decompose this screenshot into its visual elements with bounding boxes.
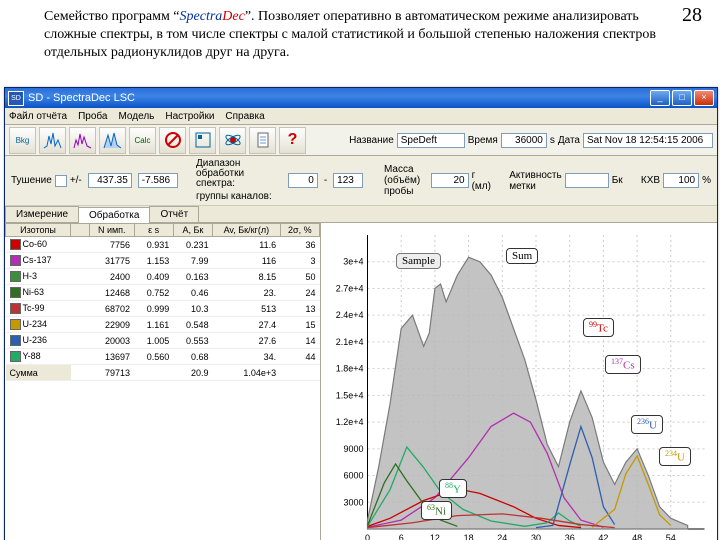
range-from[interactable] [288,173,318,188]
svg-text:30: 30 [531,533,541,540]
label-sample: Sample [396,253,441,269]
activity-input[interactable] [565,173,609,188]
help-icon[interactable]: ? [279,127,306,154]
options-icon[interactable] [189,127,216,154]
table-row[interactable]: Tc-99687020.99910.351313 [6,301,320,317]
table-row[interactable]: Cs-137317751.1537.991163 [6,253,320,269]
spectrum2-icon[interactable] [69,127,96,154]
calc-button[interactable]: Calc [129,127,156,154]
time-label: Время [468,135,498,146]
label-sum: Sum [506,248,538,264]
name-input[interactable] [397,133,465,148]
menu-sample[interactable]: Проба [78,111,107,122]
svg-text:36: 36 [565,533,575,540]
label-cs: 137Cs [605,355,641,374]
svg-text:6000: 6000 [343,471,363,481]
spectrum3-icon[interactable] [99,127,126,154]
svg-text:2.1e+4: 2.1e+4 [336,337,364,347]
svg-text:24: 24 [497,533,507,540]
range-to[interactable] [333,173,363,188]
tab-bar: Измерение Обработка Отчёт [5,206,717,223]
time-input[interactable] [501,133,547,148]
bkg-button[interactable]: Bkg [9,127,36,154]
label-u234: 234U [659,447,691,466]
eff-input[interactable] [663,173,699,188]
minimize-button[interactable]: _ [650,90,670,106]
mass-input[interactable] [431,173,469,188]
menu-file[interactable]: Файл отчёта [9,111,67,122]
name-label: Название [349,135,394,146]
spectrum1-icon[interactable] [39,127,66,154]
menu-help[interactable]: Справка [225,111,264,122]
document-icon[interactable] [249,127,276,154]
spectrum-chart[interactable]: 3000 6000 9000 1.2e+4 1.5e+4 1.8e+4 2.1e+4 2.4e… [321,223,717,540]
table-row[interactable]: U-234229091.1610.54827.415 [6,317,320,333]
date-input[interactable] [583,133,713,148]
label-tc: 99Tc [583,318,614,337]
svg-text:42: 42 [598,533,608,540]
table-row[interactable]: U-236200031.0050.55327.614 [6,333,320,349]
isotope-icon[interactable] [219,127,246,154]
params-bar: Тушение+/- Диапазон обработки спектра:гр… [5,156,717,206]
svg-text:9000: 9000 [343,444,363,454]
svg-text:1.5e+4: 1.5e+4 [336,390,364,400]
svg-text:3e+4: 3e+4 [343,257,363,267]
results-table: Изотопы N имп. ε s A, Бк Av, Бк/кг(л) 2σ… [5,223,321,540]
toolbar: Bkg Calc ? Название Времяs Дата [5,125,717,156]
table-row[interactable]: Ni-63124680.7520.4623.24 [6,285,320,301]
svg-text:48: 48 [632,533,642,540]
quench-pm[interactable] [138,173,178,188]
app-icon: SD [8,91,24,106]
menu-settings[interactable]: Настройки [165,111,214,122]
close-button[interactable]: × [694,90,714,106]
quench-check[interactable] [55,175,67,187]
tab-process[interactable]: Обработка [78,207,150,223]
svg-text:3000: 3000 [343,497,363,507]
maximize-button[interactable]: □ [672,90,692,106]
tab-measure[interactable]: Измерение [5,206,79,222]
label-ni: 63Ni [421,501,452,520]
date-label: Дата [558,135,580,146]
svg-text:1.8e+4: 1.8e+4 [336,364,364,374]
svg-text:2.4e+4: 2.4e+4 [336,310,364,320]
menubar: Файл отчёта Проба Модель Настройки Справ… [5,108,717,125]
label-y: 88Y [439,479,467,498]
table-row[interactable]: H-324000.4090.1638.1550 [6,269,320,285]
svg-text:54: 54 [666,533,676,540]
menu-model[interactable]: Модель [118,111,154,122]
svg-text:6: 6 [399,533,404,540]
window-title: SD - SpectraDec LSC [28,92,135,104]
titlebar[interactable]: SD SD - SpectraDec LSC _ □ × [5,88,717,108]
table-row[interactable]: Y-88136970.5600.6834.44 [6,349,320,365]
cancel-icon[interactable] [159,127,186,154]
intro-text: Семейство программ “SpectraDec”. Позволя… [44,8,664,63]
tab-report[interactable]: Отчёт [149,206,199,222]
label-u236: 236U [631,415,663,434]
svg-text:1.2e+4: 1.2e+4 [336,417,364,427]
svg-text:12: 12 [430,533,440,540]
page-number: 28 [682,4,702,27]
app-window: SD SD - SpectraDec LSC _ □ × Файл отчёта… [4,87,718,540]
svg-text:18: 18 [464,533,474,540]
svg-text:0: 0 [365,533,370,540]
quench-value[interactable] [88,173,132,188]
svg-text:2.7e+4: 2.7e+4 [336,283,364,293]
table-row[interactable]: Co-6077560.9310.23111.636 [6,237,320,253]
